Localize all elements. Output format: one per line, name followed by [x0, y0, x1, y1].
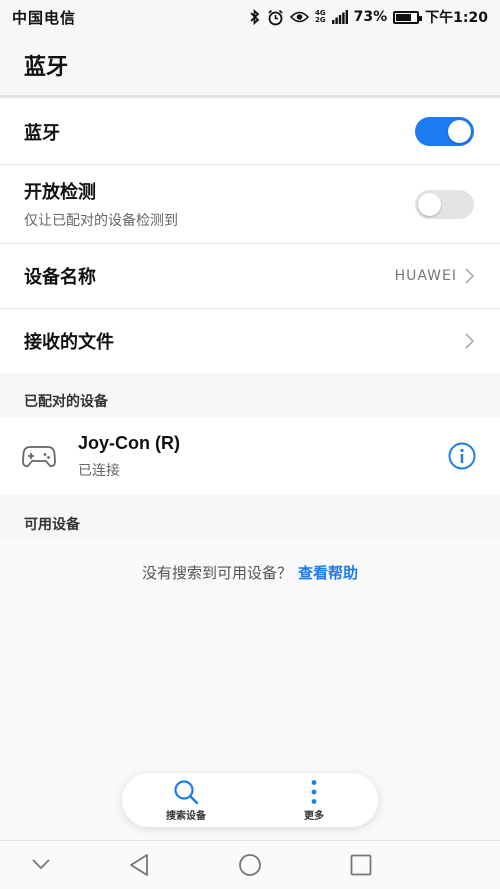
home-icon[interactable]: [238, 853, 262, 877]
eye-icon: [290, 11, 310, 23]
chevron-down-icon[interactable]: [32, 859, 50, 870]
carrier-label: 中国电信: [12, 8, 77, 27]
empty-state-text: 没有搜索到可用设备？: [141, 564, 292, 582]
open-detection-toggle[interactable]: [415, 189, 474, 219]
gamepad-icon: [22, 446, 56, 468]
open-detection-row[interactable]: 开放检测 仅让已配对的设备检测到: [0, 164, 500, 243]
device-name-label: 设备名称: [24, 267, 96, 288]
received-files-label: 接收的文件: [24, 332, 114, 353]
bottom-action-bar: 搜索设备 更多: [122, 773, 378, 827]
system-nav-bar: [0, 840, 500, 889]
device-status: 已连接: [78, 462, 120, 479]
device-name-value: HUAWEI: [394, 268, 457, 284]
battery-icon: [393, 10, 423, 24]
more-vertical-icon: [311, 779, 317, 804]
info-icon[interactable]: [448, 442, 476, 470]
bluetooth-icon: [250, 9, 260, 25]
settings-card: 蓝牙 开放检测 仅让已配对的设备检测到 设备名称 HUAWEI 接收的文件: [0, 99, 500, 373]
network-type: 4G 2G: [315, 9, 326, 24]
paired-devices-card: Joy-Con (R) 已连接: [0, 417, 500, 495]
search-devices-button[interactable]: 搜索设备: [122, 773, 250, 827]
received-files-row[interactable]: 接收的文件: [0, 308, 500, 373]
paired-devices-header: 已配对的设备: [24, 394, 108, 410]
toggle-knob: [448, 120, 471, 143]
alarm-icon: [268, 9, 283, 25]
bluetooth-label: 蓝牙: [24, 122, 60, 144]
help-link[interactable]: 查看帮助: [298, 564, 358, 582]
bluetooth-toggle[interactable]: [415, 117, 474, 146]
bluetooth-row[interactable]: 蓝牙: [0, 99, 500, 164]
open-detection-description: 仅让已配对的设备检测到: [24, 213, 178, 229]
battery-percent: 73%: [353, 9, 388, 25]
more-button[interactable]: 更多: [250, 773, 378, 827]
back-icon[interactable]: [128, 853, 150, 877]
search-icon: [174, 779, 199, 804]
empty-state: 没有搜索到可用设备？ 查看帮助: [0, 562, 500, 583]
status-bar: 中国电信 4G 2G 73% 下午1:20: [0, 0, 500, 34]
app-header: 蓝牙: [0, 34, 500, 98]
chevron-right-icon: [465, 333, 474, 349]
device-name-row[interactable]: 设备名称 HUAWEI: [0, 243, 500, 308]
available-devices-header: 可用设备: [24, 517, 80, 533]
recents-icon[interactable]: [350, 854, 372, 876]
battery-fill: [396, 13, 412, 21]
page-title: 蓝牙: [24, 54, 69, 80]
status-icons: 4G 2G 73% 下午1:20: [249, 7, 488, 27]
chevron-right-icon: [465, 268, 474, 284]
search-devices-label: 搜索设备: [166, 810, 206, 822]
paired-device-item[interactable]: Joy-Con (R) 已连接: [0, 417, 500, 495]
more-label: 更多: [304, 810, 324, 822]
device-name: Joy-Con (R): [78, 432, 180, 453]
open-detection-label: 开放检测: [24, 182, 96, 203]
signal-icon: [331, 10, 348, 24]
clock: 下午1:20: [425, 10, 488, 26]
toggle-knob: [418, 192, 441, 216]
